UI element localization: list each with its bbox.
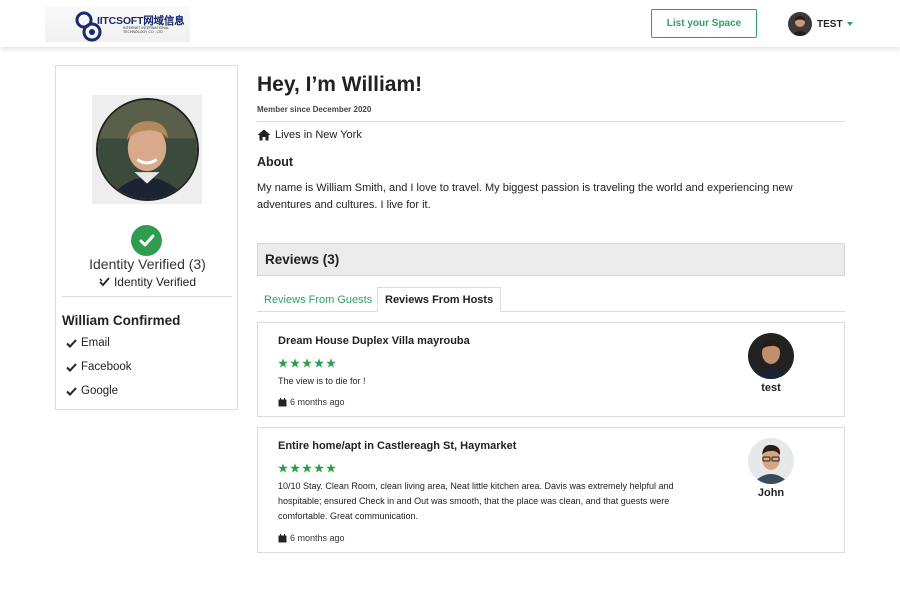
user-menu[interactable]: TEST [788,12,853,36]
star-icon [314,463,324,473]
tab-reviews-from-guests[interactable]: Reviews From Guests [257,287,379,312]
check-icon [66,338,77,348]
star-icon [290,463,300,473]
review-date-text: 6 months ago [290,533,345,543]
review-title[interactable]: Entire home/apt in Castlereagh St, Hayma… [278,440,516,452]
identity-verified-label: Identity Verified [56,275,239,289]
divider [257,121,845,122]
check-icon [66,386,77,396]
member-since: Member since December 2020 [257,105,372,114]
home-icon [257,129,271,141]
confirmed-item-label: Google [81,385,119,397]
tab-reviews-from-hosts[interactable]: Reviews From Hosts [377,287,502,312]
star-icon [326,358,336,368]
identity-verified-count: Identity Verified (3) [89,256,206,272]
review-date: 6 months ago [278,397,345,407]
review-rating [278,463,336,473]
reviewer-name[interactable]: John [738,487,804,499]
confirmed-item-google: Google [66,385,118,397]
location-text: Lives in New York [275,129,362,141]
star-icon [278,358,288,368]
top-navbar: IITCSOFT网域信息 INTERNET INTERNATIONAL TECH… [0,0,900,47]
company-logo[interactable]: IITCSOFT网域信息 INTERNET INTERNATIONAL TECH… [45,6,190,42]
reviewer-avatar[interactable] [748,333,794,379]
logo-subtext: INTERNET INTERNATIONAL TECHNOLOGY CO., L… [123,26,170,34]
profile-sidebar-card: Identity Verified (3) Identity Verified … [55,65,238,410]
review-title[interactable]: Dream House Duplex Villa mayrouba [278,335,470,347]
page-title: Hey, I’m William! [257,73,423,96]
profile-photo-frame [92,95,202,204]
star-icon [302,463,312,473]
confirmed-item-email: Email [66,337,110,349]
list-your-space-button[interactable]: List your Space [651,9,757,38]
calendar-icon [278,397,287,406]
verified-check-icon [131,225,162,256]
confirmed-item-label: Email [81,337,110,349]
check-icon [66,362,77,372]
confirmed-item-label: Facebook [81,361,132,373]
profile-photo [95,98,199,201]
divider [62,296,232,297]
about-text: My name is William Smith, and I love to … [257,182,793,211]
reviews-heading: Reviews (3) [257,243,845,276]
double-check-icon [99,277,110,287]
confirmed-heading: William Confirmed [62,313,181,328]
review-card: Entire home/apt in Castlereagh St, Hayma… [257,427,845,553]
review-rating [278,358,336,368]
reviewer-name[interactable]: test [738,382,804,394]
star-icon [302,358,312,368]
star-icon [290,358,300,368]
confirmed-item-facebook: Facebook [66,361,132,373]
reviewer-avatar[interactable] [748,438,794,484]
star-icon [314,358,324,368]
review-text: 10/10 Stay. Clean Room, clean living are… [278,481,674,521]
review-card: Dream House Duplex Villa mayrouba The vi… [257,322,845,417]
calendar-icon [278,533,287,542]
user-avatar [788,12,812,36]
review-date-text: 6 months ago [290,397,345,407]
about-heading: About [257,155,294,169]
user-name: TEST [817,18,843,30]
review-text: The view is to die for ! [278,376,366,386]
chevron-down-icon [846,22,853,26]
location: Lives in New York [257,129,362,141]
identity-verified-text: Identity Verified [113,275,197,289]
star-icon [278,463,288,473]
star-icon [326,463,336,473]
review-date: 6 months ago [278,533,345,543]
